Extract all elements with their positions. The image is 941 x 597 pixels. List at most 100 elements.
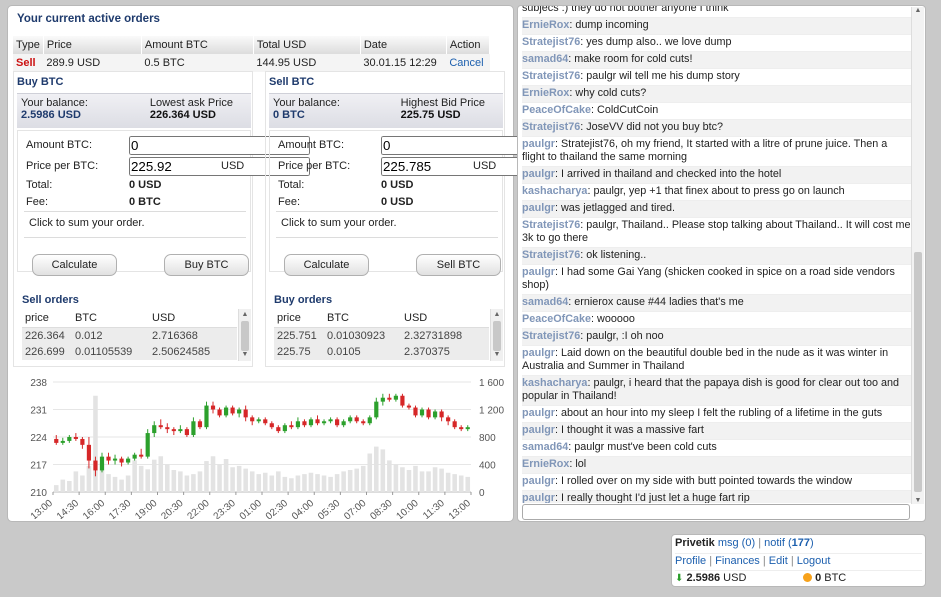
- chat-nick[interactable]: paulgr: [522, 266, 555, 278]
- candle-body: [80, 438, 85, 445]
- finances-link[interactable]: Finances: [715, 555, 760, 567]
- active-orders-title: Your current active orders: [17, 13, 160, 25]
- scroll-up-icon[interactable]: ▲: [912, 7, 924, 14]
- x-tick-label: 02:30: [264, 498, 291, 519]
- usd-balance-value: 2.5986 USD: [21, 109, 81, 121]
- sell-calculate-button[interactable]: Calculate: [284, 254, 369, 276]
- chat-text: ColdCutCoin: [597, 104, 659, 116]
- sell-btc-box: Sell BTC Your balance: 0 BTC Highest Bid …: [265, 71, 562, 367]
- candle-body: [374, 401, 379, 418]
- usd-arrow-icon: ⬇: [675, 573, 684, 584]
- y-tick-label: 224: [30, 433, 47, 444]
- volume-bar: [328, 476, 333, 492]
- chat-nick[interactable]: kashacharya: [522, 185, 587, 197]
- username: Privetik: [675, 537, 715, 549]
- chat-nick[interactable]: paulgr: [522, 168, 555, 180]
- total-value: 0 USD: [381, 179, 414, 191]
- chat-message: PeaceOfCake: wooooo: [522, 312, 911, 329]
- chat-scrollbar[interactable]: ▲ ▼: [911, 7, 924, 504]
- x-tick-label: 13:00: [447, 498, 474, 519]
- chat-nick[interactable]: PeaceOfCake: [522, 313, 591, 325]
- volume-bar: [236, 465, 242, 492]
- chat-message: PeaceOfCake: ColdCutCoin: [522, 103, 911, 120]
- sell-orders-scrollbar[interactable]: ▲ ▼: [238, 309, 251, 361]
- chat-nick[interactable]: samad64: [522, 296, 568, 308]
- chat-input[interactable]: [522, 504, 910, 520]
- chat-nick[interactable]: paulgr: [522, 202, 555, 214]
- volume-bar: [308, 472, 314, 492]
- chat-nick[interactable]: ErnieRox: [522, 19, 569, 31]
- notif-link[interactable]: notif (177): [764, 537, 814, 549]
- volume-bar: [145, 469, 150, 492]
- candle-body: [269, 423, 274, 428]
- x-tick-label: 11:30: [421, 498, 447, 519]
- chat-nick[interactable]: paulgr: [522, 347, 555, 359]
- chat-nick[interactable]: Stratejist76: [522, 70, 580, 82]
- candle-body: [348, 417, 353, 422]
- chat-nick[interactable]: paulgr: [522, 492, 555, 503]
- volume-bar: [165, 464, 170, 492]
- chat-message: paulgr: I really thought I'd just let a …: [522, 491, 911, 503]
- chat-nick[interactable]: paulgr: [522, 475, 555, 487]
- sell-btc-button[interactable]: Sell BTC: [416, 254, 501, 276]
- buy-orders-scrollbar[interactable]: ▲ ▼: [490, 309, 503, 361]
- chat-nick[interactable]: kashacharya: [522, 377, 587, 389]
- candle-body: [106, 456, 111, 461]
- chat-nick[interactable]: samad64: [522, 53, 568, 65]
- volume-bar: [73, 471, 79, 492]
- volume-bar: [80, 475, 85, 492]
- chat-nick[interactable]: Stratejist76: [522, 121, 580, 133]
- order-amount: 0.5 BTC: [141, 54, 254, 72]
- buy-btc-title: Buy BTC: [17, 76, 64, 88]
- chat-nick[interactable]: ErnieRox: [522, 458, 569, 470]
- volume-bar: [315, 474, 320, 492]
- y2-tick-label: 0: [479, 488, 485, 499]
- msg-link[interactable]: msg (0): [718, 537, 755, 549]
- volume-bar: [341, 471, 346, 492]
- chat-nick[interactable]: samad64: [522, 441, 568, 453]
- edit-link[interactable]: Edit: [769, 555, 788, 567]
- buy-calculate-button[interactable]: Calculate: [32, 254, 117, 276]
- profile-link[interactable]: Profile: [675, 555, 706, 567]
- x-tick-label: 05:30: [316, 498, 343, 519]
- volume-bar: [138, 465, 144, 492]
- order-date: 30.01.15 12:29: [360, 54, 447, 72]
- volume-bar: [67, 481, 72, 492]
- chat-nick[interactable]: PeaceOfCake: [522, 104, 591, 116]
- candle-body: [223, 407, 229, 416]
- chat-nick[interactable]: paulgr: [522, 424, 555, 436]
- volume-bar: [93, 395, 98, 492]
- chat-nick[interactable]: Stratejist76: [522, 249, 580, 261]
- candle-body: [119, 458, 124, 463]
- fee-value: 0 USD: [381, 196, 414, 208]
- buy-btc-button[interactable]: Buy BTC: [164, 254, 249, 276]
- candle-body: [419, 409, 425, 416]
- candle-body: [191, 421, 196, 436]
- chat-panel: subjecs :) they do not bother anyone I t…: [517, 5, 926, 522]
- table-row: 226.364 0.012 2.716368: [22, 327, 237, 344]
- chat-scroll-thumb[interactable]: [914, 252, 922, 492]
- chat-message: Stratejist76: JoseVV did not you buy btc…: [522, 120, 911, 137]
- volume-bar: [269, 475, 275, 492]
- chat-nick[interactable]: paulgr: [522, 407, 555, 419]
- book-usd: 2.32731898: [401, 327, 489, 344]
- chat-nick[interactable]: Stratejist76: [522, 330, 580, 342]
- chat-nick[interactable]: Stratejist76: [522, 36, 580, 48]
- candle-body: [126, 458, 131, 463]
- candle-body: [459, 427, 464, 430]
- chat-text: I thought it was a massive fart: [561, 424, 704, 436]
- sell-form: Amount BTC: Price per BTC: USD Total: 0 …: [269, 130, 562, 272]
- chat-nick[interactable]: Stratejist76: [522, 219, 580, 231]
- volume-bar: [295, 475, 301, 492]
- chat-text: I rolled over on my side with butt point…: [561, 475, 853, 487]
- volume-bar: [452, 474, 457, 492]
- volume-bar: [243, 468, 248, 492]
- candle-body: [465, 427, 470, 430]
- chat-nick[interactable]: paulgr: [522, 138, 555, 150]
- candle-body: [315, 419, 320, 424]
- scroll-down-icon[interactable]: ▼: [912, 497, 924, 504]
- chat-nick[interactable]: ErnieRox: [522, 87, 569, 99]
- logout-link[interactable]: Logout: [797, 555, 831, 567]
- table-row: 225.75 0.0105 2.370375: [274, 343, 489, 360]
- cancel-order-link[interactable]: Cancel: [449, 57, 483, 69]
